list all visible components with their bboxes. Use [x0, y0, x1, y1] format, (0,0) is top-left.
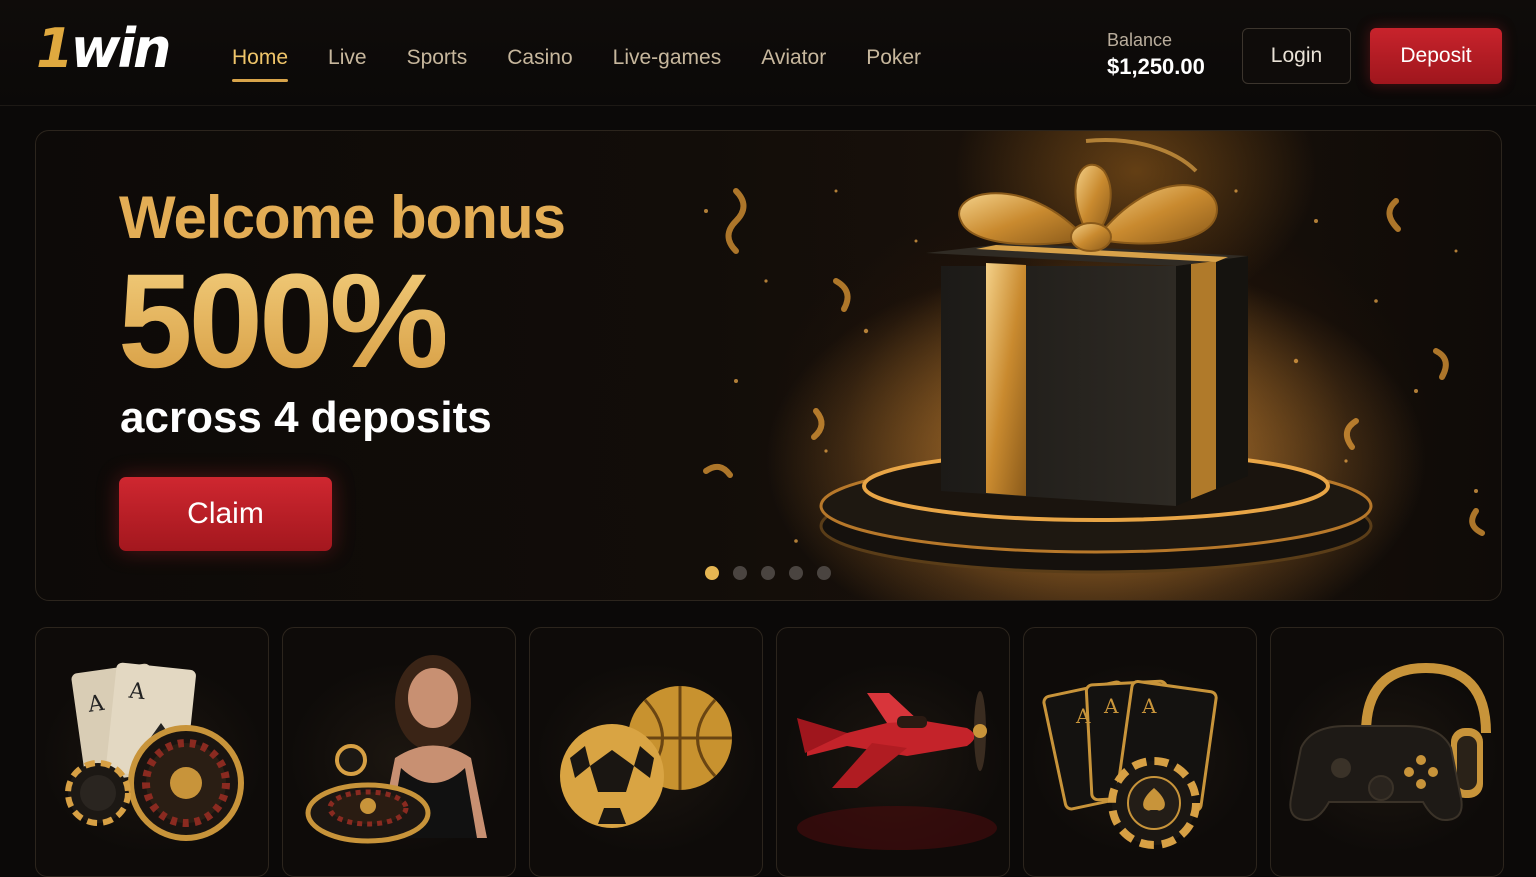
hero-title: Welcome bonus: [119, 184, 566, 251]
logo-one: 1: [36, 17, 74, 80]
live-dealer-icon: [305, 655, 487, 844]
balance-display: Balance $1,250.00: [1107, 30, 1205, 80]
nav-live[interactable]: Live: [328, 46, 367, 82]
sports-balls-icon: [560, 686, 732, 828]
gamepad-headphones-icon: [1289, 662, 1491, 822]
balance-label: Balance: [1107, 30, 1173, 50]
hero-percent: 500%: [118, 247, 449, 396]
balance-value: $1,250.00: [1107, 53, 1205, 79]
claim-button[interactable]: Claim: [119, 477, 332, 551]
carousel-dot-5[interactable]: [817, 566, 831, 580]
nav-casino[interactable]: Casino: [507, 46, 572, 82]
category-card-poker[interactable]: A A A: [1023, 627, 1257, 877]
carousel-dot-1[interactable]: [705, 566, 719, 580]
main-nav: Home Live Sports Casino Live-games Aviat…: [232, 46, 961, 82]
category-card-games[interactable]: [1270, 627, 1504, 877]
cards-roulette-icon: A A: [65, 662, 244, 841]
deposit-button[interactable]: Deposit: [1370, 28, 1502, 84]
carousel-dot-4[interactable]: [789, 566, 803, 580]
category-card-sports[interactable]: [529, 627, 763, 877]
hero-subtitle: across 4 deposits: [120, 393, 492, 442]
category-card-live-dealer[interactable]: [282, 627, 516, 877]
login-button[interactable]: Login: [1242, 28, 1351, 84]
nav-live-games[interactable]: Live-games: [613, 46, 722, 82]
welcome-bonus-banner: Welcome bonus 500% across 4 deposits Cla…: [35, 130, 1502, 601]
svg-text:A: A: [1103, 694, 1119, 718]
category-card-aviator[interactable]: [776, 627, 1010, 877]
logo-win: win: [70, 17, 172, 80]
top-header: 1win Home Live Sports Casino Live-games …: [0, 0, 1536, 106]
nav-poker[interactable]: Poker: [866, 46, 921, 82]
carousel-dot-3[interactable]: [761, 566, 775, 580]
category-card-casino[interactable]: A A: [35, 627, 269, 877]
gift-box-illustration: [703, 138, 1485, 600]
nav-home[interactable]: Home: [232, 46, 289, 82]
carousel-dot-2[interactable]: [733, 566, 747, 580]
brand-logo[interactable]: 1win: [36, 22, 171, 76]
svg-text:A: A: [1075, 704, 1091, 728]
nav-sports[interactable]: Sports: [407, 46, 468, 82]
poker-cards-chip-icon: A A A: [1042, 679, 1218, 849]
aviator-plane-icon: [797, 691, 997, 850]
carousel-dots: [705, 566, 831, 580]
svg-text:A: A: [1141, 694, 1157, 718]
nav-aviator[interactable]: Aviator: [761, 46, 826, 82]
